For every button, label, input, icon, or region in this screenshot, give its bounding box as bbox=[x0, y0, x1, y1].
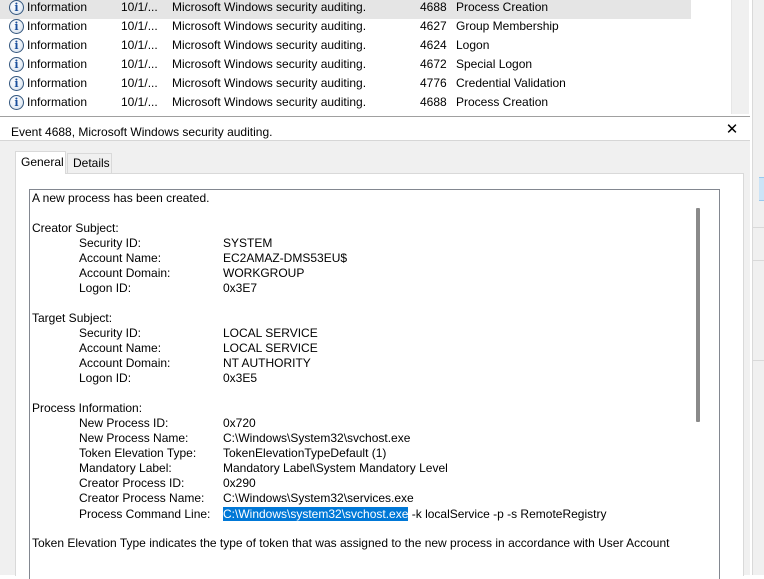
field-value: LOCAL SERVICE bbox=[223, 341, 318, 355]
level-cell: Information bbox=[27, 0, 88, 14]
task-category-cell: Process Creation bbox=[456, 95, 549, 109]
command-line-value: C:\Windows\system32\svchost.exe -k local… bbox=[223, 507, 606, 522]
event-id-cell: 4624 bbox=[420, 38, 447, 52]
information-icon: i bbox=[9, 57, 24, 72]
field-label: Security ID: bbox=[79, 236, 142, 250]
field-label: New Process ID: bbox=[79, 416, 169, 430]
selected-text[interactable]: C:\Windows\system32\svchost.exe bbox=[223, 507, 409, 521]
event-row[interactable]: i Information 10/1/... Microsoft Windows se… bbox=[0, 19, 749, 38]
field-value: 0x3E5 bbox=[223, 371, 258, 385]
source-cell: Microsoft Windows security auditing. bbox=[172, 19, 367, 33]
field-value: 0x720 bbox=[223, 416, 256, 430]
task-category-cell: Group Membership bbox=[456, 19, 559, 33]
event-list[interactable]: i Information 10/1/... Microsoft Windows se… bbox=[0, 0, 749, 114]
level-cell: Information bbox=[27, 76, 88, 90]
field-label: Process Command Line: bbox=[79, 507, 211, 521]
event-id-cell: 4776 bbox=[420, 76, 447, 90]
field-value: C:\Windows\System32\svchost.exe bbox=[223, 431, 411, 445]
field-value: C:\Windows\System32\services.exe bbox=[223, 491, 414, 505]
field-value: LOCAL SERVICE bbox=[223, 326, 318, 340]
event-id-cell: 4688 bbox=[420, 0, 447, 14]
task-category-cell: Credential Validation bbox=[456, 76, 566, 90]
date-cell: 10/1/... bbox=[121, 0, 158, 14]
field-label: Account Domain: bbox=[79, 266, 171, 280]
source-cell: Microsoft Windows security auditing. bbox=[172, 95, 367, 109]
event-id-cell: 4627 bbox=[420, 19, 447, 33]
level-cell: Information bbox=[27, 95, 88, 109]
field-label: Account Name: bbox=[79, 341, 162, 355]
field-label: Account Domain: bbox=[79, 356, 171, 370]
date-cell: 10/1/... bbox=[121, 38, 158, 52]
information-icon: i bbox=[9, 76, 24, 91]
field-value: TokenElevationTypeDefault (1) bbox=[223, 446, 387, 460]
source-cell: Microsoft Windows security auditing. bbox=[172, 38, 367, 52]
field-value: NT AUTHORITY bbox=[223, 356, 311, 370]
field-label: Security ID: bbox=[79, 326, 142, 340]
field-label: Mandatory Label: bbox=[79, 461, 172, 475]
level-cell: Information bbox=[27, 19, 88, 33]
event-list-scrollbar[interactable] bbox=[731, 0, 749, 114]
field-label: Token Elevation Type: bbox=[79, 446, 197, 460]
actions-pane-selected-item[interactable] bbox=[759, 177, 764, 201]
field-value: WORKGROUP bbox=[223, 266, 305, 280]
divider bbox=[753, 360, 764, 361]
field-value: Mandatory Label\System Mandatory Level bbox=[223, 461, 448, 475]
event-row[interactable]: i Information 10/1/... Microsoft Windows se… bbox=[0, 95, 749, 114]
message-intro: A new process has been created. bbox=[32, 191, 210, 205]
task-category-cell: Special Logon bbox=[456, 57, 533, 71]
divider bbox=[753, 260, 764, 261]
task-category-cell: Logon bbox=[456, 38, 490, 52]
message-footer: Token Elevation Type indicates the type … bbox=[32, 536, 670, 550]
information-icon: i bbox=[9, 95, 24, 110]
source-cell: Microsoft Windows security auditing. bbox=[172, 0, 367, 14]
field-value: EC2AMAZ-DMS53EU$ bbox=[223, 251, 348, 265]
tab-general[interactable]: General bbox=[15, 151, 66, 174]
event-row[interactable]: i Information 10/1/... Microsoft Windows se… bbox=[0, 0, 749, 19]
date-cell: 10/1/... bbox=[121, 57, 158, 71]
divider bbox=[753, 227, 764, 228]
information-icon: i bbox=[9, 19, 24, 34]
level-cell: Information bbox=[27, 38, 88, 52]
date-cell: 10/1/... bbox=[121, 19, 158, 33]
detail-tabs: General Details bbox=[0, 151, 750, 174]
event-row[interactable]: i Information 10/1/... Microsoft Windows se… bbox=[0, 57, 749, 76]
field-value: 0x3E7 bbox=[223, 281, 258, 295]
target-subject-heading: Target Subject: bbox=[32, 311, 113, 325]
event-row[interactable]: i Information 10/1/... Microsoft Windows se… bbox=[0, 38, 749, 57]
field-value: 0x290 bbox=[223, 476, 256, 490]
event-row[interactable]: i Information 10/1/... Microsoft Windows se… bbox=[0, 76, 749, 95]
field-label: Logon ID: bbox=[79, 281, 132, 295]
event-detail-pane: Event 4688, Microsoft Windows security a… bbox=[0, 116, 750, 579]
detail-header: Event 4688, Microsoft Windows security a… bbox=[0, 117, 750, 141]
field-value: SYSTEM bbox=[223, 236, 273, 250]
close-icon[interactable]: ✕ bbox=[725, 122, 739, 137]
date-cell: 10/1/... bbox=[121, 95, 158, 109]
field-label: Creator Process ID: bbox=[79, 476, 185, 490]
event-id-cell: 4672 bbox=[420, 57, 447, 71]
message-scrollbar-thumb[interactable] bbox=[696, 208, 700, 422]
source-cell: Microsoft Windows security auditing. bbox=[172, 57, 367, 71]
detail-title: Event 4688, Microsoft Windows security a… bbox=[11, 125, 273, 139]
creator-subject-heading: Creator Subject: bbox=[32, 221, 119, 235]
task-category-cell: Process Creation bbox=[456, 0, 549, 14]
field-label: Account Name: bbox=[79, 251, 162, 265]
general-tab-panel: A new process has been created. Creator S… bbox=[15, 173, 744, 579]
process-information-heading: Process Information: bbox=[32, 401, 143, 415]
actions-pane-edge bbox=[752, 0, 764, 575]
source-cell: Microsoft Windows security auditing. bbox=[172, 76, 367, 90]
information-icon: i bbox=[9, 0, 24, 15]
date-cell: 10/1/... bbox=[121, 76, 158, 90]
field-label: Creator Process Name: bbox=[79, 491, 205, 505]
information-icon: i bbox=[9, 38, 24, 53]
command-line-arguments: -k localService -p -s RemoteRegistry bbox=[408, 507, 607, 521]
field-label: Logon ID: bbox=[79, 371, 132, 385]
event-message-box[interactable]: A new process has been created. Creator S… bbox=[29, 189, 720, 579]
level-cell: Information bbox=[27, 57, 88, 71]
field-label: New Process Name: bbox=[79, 431, 189, 445]
event-id-cell: 4688 bbox=[420, 95, 447, 109]
tab-details[interactable]: Details bbox=[67, 153, 112, 173]
